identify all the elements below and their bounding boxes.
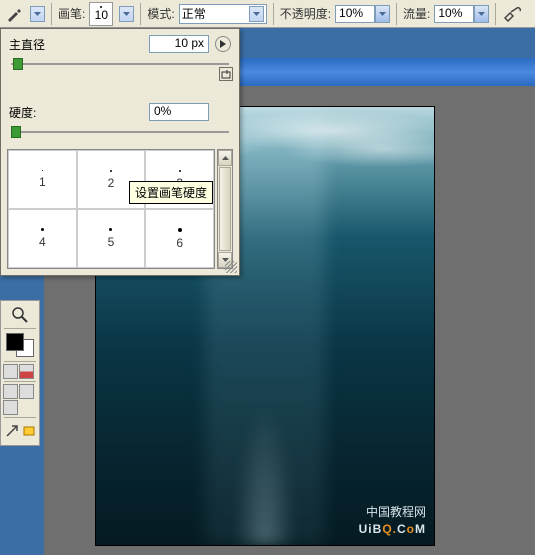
scroll-up-icon[interactable] — [218, 150, 232, 166]
opacity-label: 不透明度: — [280, 5, 331, 22]
flow-input[interactable]: 10% — [434, 5, 474, 23]
scroll-thumb[interactable] — [219, 167, 231, 251]
brush-preset-1[interactable]: 1 — [8, 150, 77, 209]
diameter-label: 主直径 — [9, 36, 57, 53]
hardness-label: 硬度: — [9, 104, 57, 121]
standard-mode-icon[interactable] — [3, 364, 18, 379]
opacity-arrow[interactable] — [375, 5, 390, 23]
opacity-input[interactable]: 10% — [335, 5, 375, 23]
preset-scrollbar[interactable] — [217, 149, 233, 269]
hardness-tooltip: 设置画笔硬度 — [129, 181, 213, 204]
screen-full-menu-icon[interactable] — [19, 384, 34, 399]
tool-panel — [0, 300, 40, 446]
jump-to-icon[interactable] — [4, 420, 20, 442]
mode-dropdown[interactable]: 正常 — [179, 4, 267, 24]
color-swatch[interactable] — [4, 331, 36, 359]
brush-preview[interactable]: 10 — [89, 2, 113, 26]
screen-standard-icon[interactable] — [3, 384, 18, 399]
resize-grip-icon[interactable] — [225, 261, 237, 273]
quickmask-icons — [3, 364, 37, 379]
chevron-down-icon — [249, 6, 264, 22]
screen-full-icon[interactable] — [3, 400, 18, 415]
airbrush-icon[interactable] — [502, 4, 524, 24]
hardness-slider[interactable] — [11, 123, 229, 141]
brush-preset-4[interactable]: 4 — [8, 209, 77, 268]
diameter-slider[interactable] — [11, 55, 229, 73]
flow-arrow[interactable] — [474, 5, 489, 23]
brush-settings-popup: 主直径 10 px 硬度: 0% 设置画笔硬度 1 2 3 4 5 6 — [0, 28, 240, 276]
diameter-input[interactable]: 10 px — [149, 35, 209, 53]
hardness-input[interactable]: 0% — [149, 103, 209, 121]
foreground-color[interactable] — [6, 333, 24, 351]
brush-tool-icon[interactable] — [4, 4, 24, 24]
brush-preset-grid: 1 2 3 4 5 6 — [7, 149, 215, 269]
zoom-tool-icon[interactable] — [5, 304, 35, 326]
brush-dropdown-arrow[interactable] — [119, 6, 134, 22]
imageready-icon[interactable] — [21, 420, 37, 442]
brush-label: 画笔: — [58, 5, 85, 22]
brush-preset-5[interactable]: 5 — [77, 209, 146, 268]
light-cone — [235, 265, 295, 545]
options-bar: 画笔: 10 模式: 正常 不透明度: 10% 流量: 10% — [0, 0, 535, 28]
flyout-menu-icon[interactable] — [215, 36, 231, 52]
tool-preset-dropdown[interactable] — [30, 6, 45, 22]
quickmask-mode-icon[interactable] — [19, 364, 34, 379]
watermark: 中国教程网 UiBQ.CoM — [359, 503, 426, 537]
flow-label: 流量: — [403, 5, 430, 22]
screenmode-icons — [3, 384, 37, 415]
mode-label: 模式: — [147, 5, 174, 22]
brush-preset-6[interactable]: 6 — [145, 209, 214, 268]
